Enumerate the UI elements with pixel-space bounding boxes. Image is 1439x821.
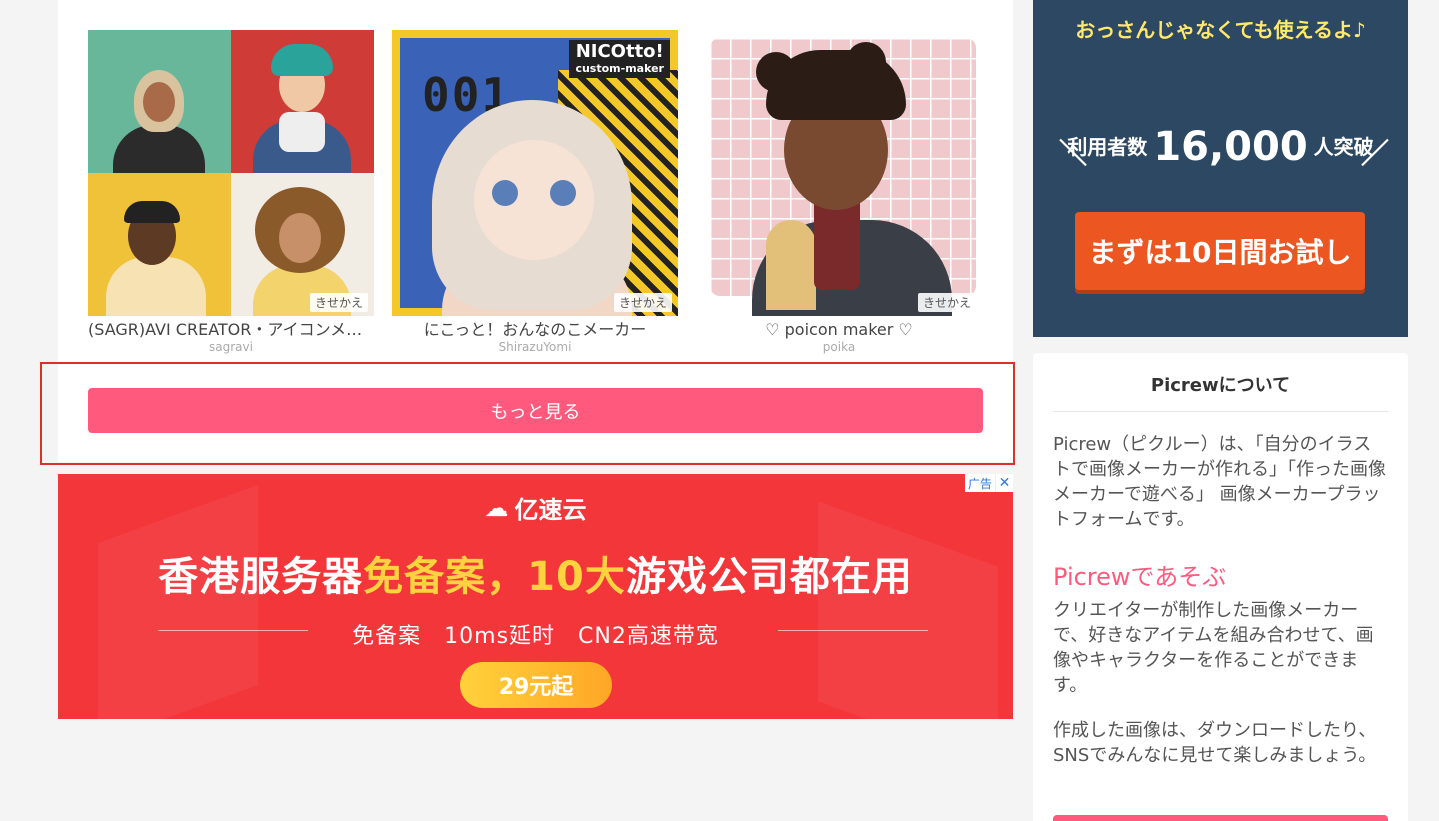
trial-button[interactable]: まずは10日間お試し	[1075, 212, 1365, 290]
about-description: Picrew（ピクルー）は、「自分のイラストで画像メーカーが作れる」「作った画像…	[1053, 434, 1386, 530]
sidebar-ad-tagline: おっさんじゃなくても使えるよ♪	[1075, 18, 1366, 42]
maker-card[interactable]: 001 NICOtto! custom-maker きせかえ にこっと！おんなの…	[392, 30, 678, 354]
ad-choices[interactable]: 广告 ✕	[964, 474, 1013, 492]
dressup-tag: きせかえ	[309, 293, 368, 312]
cloud-icon: ☁	[484, 493, 509, 522]
sidebar-ad[interactable]: おっさんじゃなくても使えるよ♪ ＼ 利用者数 16,000 人突破 ／ まずは10日…	[1033, 0, 1408, 337]
ad-banner[interactable]: ☁ 亿速云 香港服务器免备案，10大游戏公司都在用 免备案 10ms延时 CN2…	[58, 474, 1013, 719]
close-icon[interactable]: ✕	[995, 474, 1013, 492]
nicotto-logo: NICOtto! custom-maker	[569, 40, 670, 78]
about-button[interactable]	[1053, 815, 1388, 821]
ad-label[interactable]: 广告	[965, 475, 995, 492]
maker-thumbnail[interactable]: きせかえ	[696, 30, 982, 316]
about-heading: Picrewについて	[1053, 371, 1388, 412]
avatar-illustration	[88, 173, 231, 316]
maker-thumbnail[interactable]: 001 NICOtto! custom-maker きせかえ	[392, 30, 678, 316]
maker-author[interactable]: ShirazuYomi	[392, 340, 678, 354]
dressup-tag: きせかえ	[613, 293, 672, 312]
ad-headline: 香港服务器免备案，10大游戏公司都在用	[158, 554, 913, 600]
maker-title[interactable]: ♡ poicon maker ♡	[696, 320, 982, 340]
maker-card[interactable]: きせかえ (SAGR)AVI CREATOR・アイコンメーカー sagravi	[88, 30, 374, 354]
play-description: クリエイターが制作した画像メーカーで、好きなアイテムを組み合わせて、画像やキャラ…	[1053, 600, 1374, 696]
ad-cta-button[interactable]: 29元起	[460, 662, 612, 708]
more-button[interactable]: もっと見る	[88, 388, 983, 433]
maker-author[interactable]: sagravi	[88, 340, 374, 354]
avatar-illustration	[88, 30, 231, 173]
maker-card[interactable]: きせかえ ♡ poicon maker ♡ poika	[696, 30, 982, 354]
ad-brand: ☁ 亿速云	[484, 493, 587, 525]
maker-title[interactable]: (SAGR)AVI CREATOR・アイコンメーカー	[88, 320, 374, 340]
about-card: Picrewについて Picrew（ピクルー）は、「自分のイラストで画像メーカー…	[1033, 353, 1408, 821]
share-description: 作成した画像は、ダウンロードしたり、SNSでみんなに見せて楽しみましょう。	[1053, 720, 1377, 766]
maker-author[interactable]: poika	[696, 340, 982, 354]
ad-subline: 免备案 10ms延时 CN2高速带宽	[352, 624, 719, 649]
maker-thumbnail[interactable]: きせかえ	[88, 30, 374, 316]
dressup-tag: きせかえ	[917, 293, 976, 312]
sidebar-ad-users: 利用者数 16,000 人突破	[1067, 124, 1374, 170]
avatar-illustration	[231, 30, 374, 173]
maker-title[interactable]: にこっと！おんなのこメーカー	[392, 320, 678, 340]
play-heading: Picrewであそぶ	[1053, 563, 1227, 591]
